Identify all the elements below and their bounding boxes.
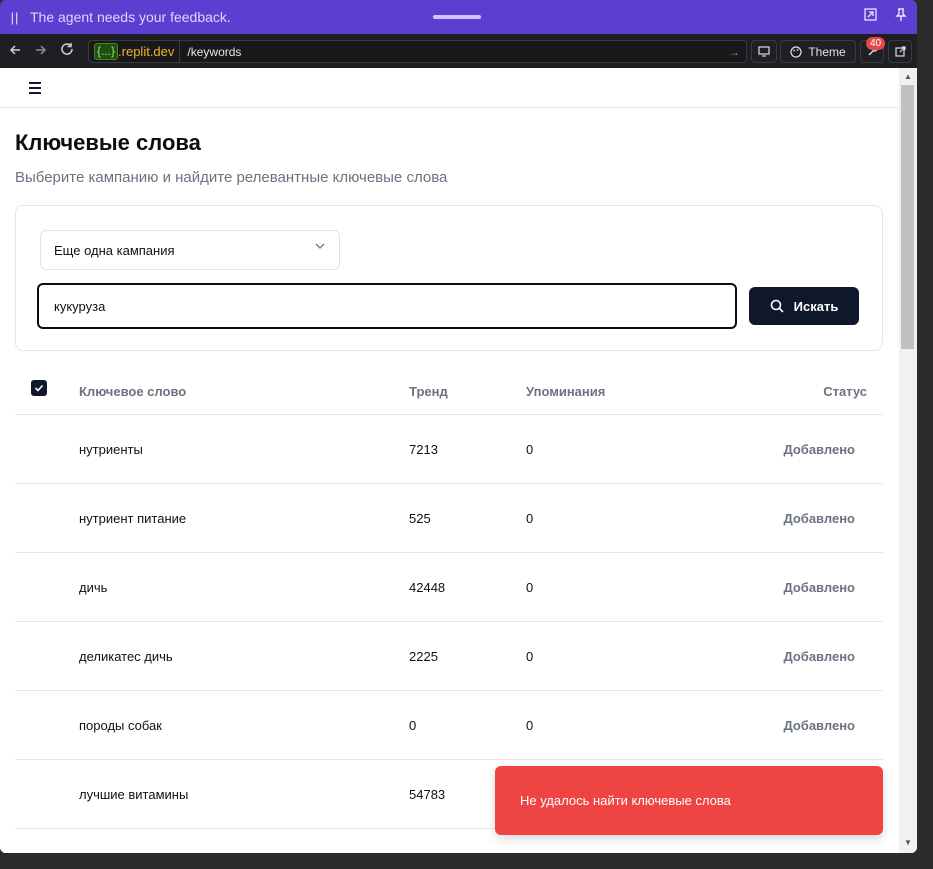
- mentions-cell: 0: [526, 649, 534, 664]
- status-cell: Добавлено: [783, 718, 855, 733]
- mentions-cell: 0: [526, 718, 534, 733]
- keyword-cell: дичь: [79, 580, 108, 595]
- table-row[interactable]: нутриент питание 525 0 Добавлено: [15, 484, 883, 553]
- check-icon: [34, 384, 44, 392]
- theme-label: Theme: [808, 44, 846, 59]
- browser-frame: || The agent needs your feedback. {...} …: [0, 0, 917, 853]
- search-icon: [770, 299, 784, 313]
- campaign-select[interactable]: Еще одна кампания: [40, 230, 340, 270]
- trend-cell: 2225: [409, 649, 438, 664]
- domain-host: .replit.dev: [118, 44, 175, 59]
- device-preview-button[interactable]: [751, 40, 777, 63]
- drag-handle[interactable]: [433, 15, 481, 19]
- external-link-icon: [894, 46, 906, 57]
- header-trend[interactable]: Тренд: [409, 384, 448, 399]
- scroll-down-icon[interactable]: ▼: [904, 838, 912, 847]
- trend-cell: 0: [409, 718, 417, 733]
- keyword-cell: нутриент питание: [79, 511, 187, 526]
- web-viewport: Ключевые слова Выберите кампанию и найди…: [0, 68, 917, 853]
- domain-badge: {...}: [94, 43, 119, 60]
- go-arrow-icon[interactable]: →: [728, 45, 746, 59]
- error-toast[interactable]: Не удалось найти ключевые слова: [495, 766, 883, 835]
- popout-icon[interactable]: [864, 8, 877, 25]
- agent-feedback-bar: || The agent needs your feedback.: [0, 0, 917, 34]
- keyword-search-input[interactable]: [37, 283, 737, 329]
- agent-message: The agent needs your feedback.: [30, 9, 231, 25]
- keywords-page: Ключевые слова Выберите кампанию и найди…: [0, 68, 899, 853]
- search-button-label: Искать: [793, 298, 839, 314]
- keyword-cell: лучшие витамины: [79, 787, 189, 802]
- trend-cell: 54783: [409, 787, 446, 802]
- trend-cell: 42448: [409, 580, 446, 595]
- palette-icon: [790, 45, 802, 58]
- scrollbar-thumb[interactable]: [901, 85, 914, 349]
- back-icon[interactable]: [2, 43, 28, 60]
- keywords-table: Ключевое слово Тренд Упоминания Статус н…: [15, 364, 883, 829]
- table-row[interactable]: нутриенты 7213 0 Добавлено: [15, 415, 883, 484]
- table-row[interactable]: породы собак 0 0 Добавлено: [15, 691, 883, 760]
- chevron-down-icon: [315, 243, 325, 249]
- keyword-cell: нутриенты: [79, 442, 143, 457]
- header-mentions[interactable]: Упоминания: [526, 384, 605, 399]
- search-card: Еще одна кампания Искать: [15, 205, 883, 351]
- header-status[interactable]: Статус: [823, 384, 867, 399]
- notification-badge: 40: [866, 37, 886, 50]
- select-all-checkbox[interactable]: [31, 380, 47, 396]
- mentions-cell: 0: [526, 511, 534, 526]
- keyword-cell: деликатес дичь: [79, 649, 173, 664]
- header-keyword[interactable]: Ключевое слово: [79, 384, 186, 399]
- open-new-tab-button[interactable]: [888, 40, 912, 63]
- page-scrollbar[interactable]: ▲ ▼: [899, 68, 917, 853]
- browser-toolbar: {...} .replit.dev /keywords → Theme 40: [0, 34, 917, 68]
- trend-cell: 7213: [409, 442, 438, 457]
- status-cell: Добавлено: [783, 649, 855, 664]
- campaign-select-value: Еще одна кампания: [54, 242, 175, 258]
- theme-button[interactable]: Theme: [780, 40, 856, 63]
- status-cell: Добавлено: [783, 442, 855, 457]
- status-cell: Добавлено: [783, 580, 855, 595]
- reload-icon[interactable]: [54, 42, 80, 60]
- mentions-cell: 0: [526, 580, 534, 595]
- search-button[interactable]: Искать: [749, 287, 859, 325]
- scroll-up-icon[interactable]: ▲: [904, 72, 912, 81]
- mentions-cell: 0: [526, 442, 534, 457]
- toast-message: Не удалось найти ключевые слова: [520, 793, 731, 808]
- table-row[interactable]: дичь 42448 0 Добавлено: [15, 553, 883, 622]
- url-path: /keywords: [187, 44, 242, 59]
- trend-cell: 525: [409, 511, 431, 526]
- page-subtitle: Выберите кампанию и найдите релевантные …: [15, 169, 448, 186]
- top-navigation: [0, 68, 899, 108]
- pause-icon[interactable]: ||: [0, 10, 30, 25]
- keyword-cell: породы собак: [79, 718, 162, 733]
- menu-icon[interactable]: [29, 82, 41, 97]
- monitor-icon: [758, 46, 770, 57]
- forward-icon[interactable]: [28, 43, 54, 60]
- status-cell: Добавлено: [783, 511, 855, 526]
- table-header: Ключевое слово Тренд Упоминания Статус: [15, 364, 883, 415]
- table-row[interactable]: деликатес дичь 2225 0 Добавлено: [15, 622, 883, 691]
- pin-icon[interactable]: [895, 8, 907, 25]
- address-bar[interactable]: {...} .replit.dev /keywords →: [88, 40, 747, 63]
- url-domain: {...} .replit.dev: [89, 41, 181, 62]
- page-title: Ключевые слова: [15, 130, 201, 155]
